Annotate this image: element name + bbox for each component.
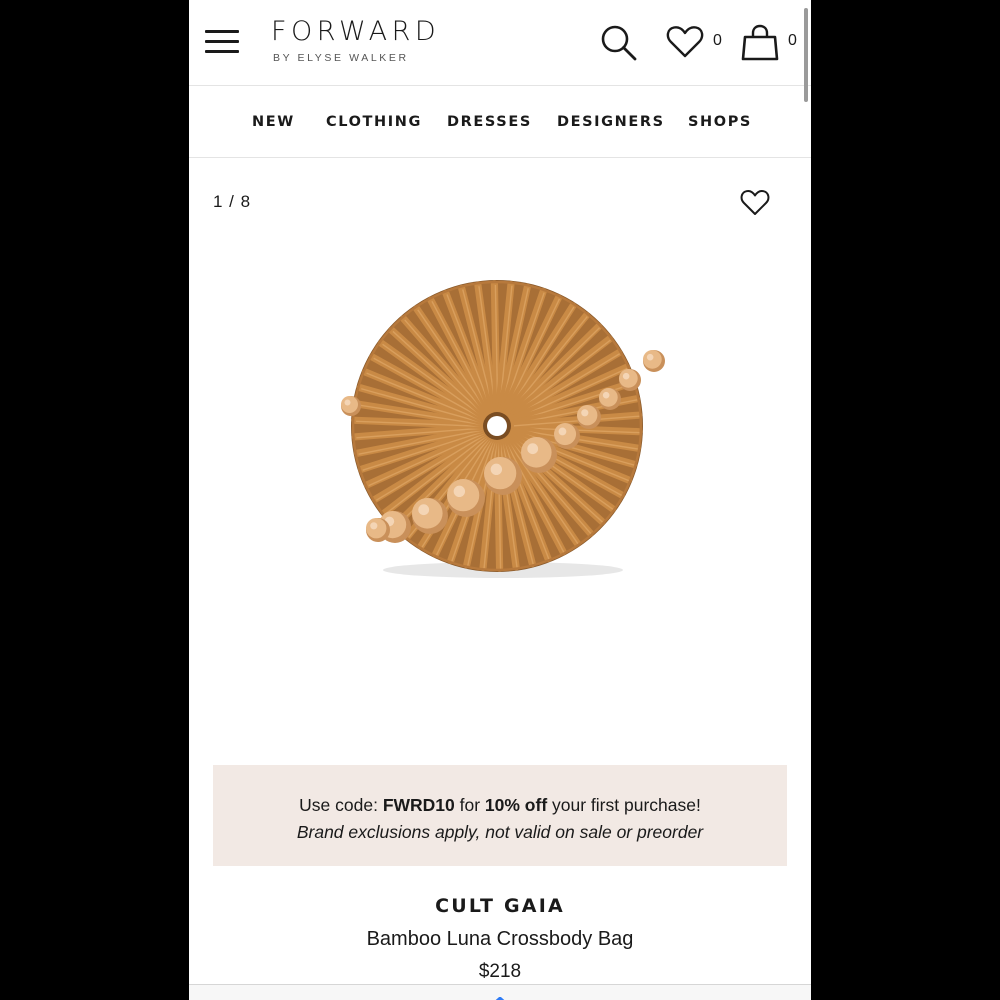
nav-item-new[interactable]: NEW [252,114,295,130]
nav-item-dresses[interactable]: DRESSES [447,114,532,130]
promo-code: FWRD10 [382,795,455,815]
logo[interactable]: FORWARD BY ELYSE WALKER [271,16,461,64]
main-nav: NEW CLOTHING DRESSES DESIGNERS SHOPS [189,87,811,158]
promo-discount: 10% off [484,795,548,815]
promo-prefix: Use code: [299,795,383,815]
promo-message: Use code: FWRD10 for 10% off your first … [213,792,787,818]
logo-wordmark: FORWARD [271,16,441,47]
product-brand[interactable]: CULT GAIA [189,895,811,917]
product-image[interactable] [333,278,669,588]
nav-item-shops[interactable]: SHOPS [688,114,752,130]
bookmarks-icon[interactable] [615,996,643,1000]
promo-disclaimer: Brand exclusions apply, not valid on sal… [296,822,704,842]
share-icon[interactable] [491,992,509,1000]
wishlist-heart-icon[interactable] [666,25,704,59]
tabs-icon[interactable] [752,995,778,1000]
shopping-bag-icon[interactable] [741,24,779,62]
promo-middle: for [454,795,485,815]
search-icon[interactable] [600,24,638,62]
product-price: $218 [478,961,522,982]
scrollbar[interactable] [804,8,808,102]
menu-icon[interactable] [205,28,239,56]
site-header: FORWARD BY ELYSE WALKER 0 0 [189,0,811,86]
product-name: Bamboo Luna Crossbody Bag [366,928,634,950]
logo-tagline: BY ELYSE WALKER [273,52,409,64]
nav-item-designers[interactable]: DESIGNERS [557,114,665,130]
promo-banner: Use code: FWRD10 for 10% off your first … [213,765,787,866]
promo-suffix: your first purchase! [547,795,701,815]
image-counter: 1 / 8 [213,192,252,211]
wishlist-count: 0 [713,32,722,49]
bag-count: 0 [788,32,797,49]
nav-item-clothing[interactable]: CLOTHING [326,114,422,130]
favorite-heart-icon[interactable] [740,189,770,221]
phone-viewport: FORWARD BY ELYSE WALKER 0 0 NEW CLOTHING… [189,0,811,1000]
